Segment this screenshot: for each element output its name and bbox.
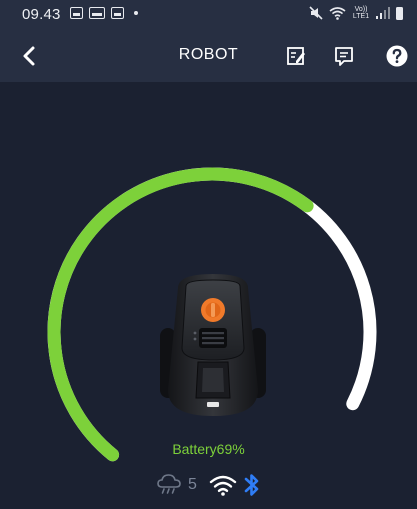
- lte-label: LTE1: [352, 13, 370, 20]
- gallery-notification-icon: [70, 7, 83, 19]
- status-time: 09.43: [22, 6, 61, 23]
- robot-mower-image: [160, 274, 266, 416]
- battery-level-label: Battery69%: [172, 441, 245, 457]
- mute-icon: [309, 6, 323, 20]
- bluetooth-icon: [244, 474, 259, 496]
- rain-count: 5: [188, 476, 197, 493]
- app-notification-icon: [111, 7, 124, 19]
- top-nav-bar: ROBOT: [0, 30, 417, 82]
- signal-icon: [376, 7, 390, 19]
- battery-status-icon: [396, 6, 403, 20]
- rain-cloud-icon: [157, 474, 181, 494]
- more-notifications-dot-icon: [134, 11, 138, 15]
- system-status-icons: Vo)) LTE1: [309, 6, 403, 20]
- wifi-icon: [209, 475, 237, 496]
- wifi-status-icon: [329, 7, 346, 20]
- sms-notification-icon: [89, 7, 105, 19]
- connectivity-status: 5: [156, 472, 261, 498]
- notification-icons: [70, 7, 138, 19]
- status-bar: 09.43 Vo)) LTE1: [0, 0, 417, 30]
- message-icon[interactable]: [332, 44, 356, 68]
- volte-label: Vo)): [354, 6, 368, 13]
- help-icon[interactable]: [385, 44, 409, 68]
- volte-indicator: Vo)) LTE1: [352, 6, 370, 20]
- edit-note-icon[interactable]: [284, 44, 308, 68]
